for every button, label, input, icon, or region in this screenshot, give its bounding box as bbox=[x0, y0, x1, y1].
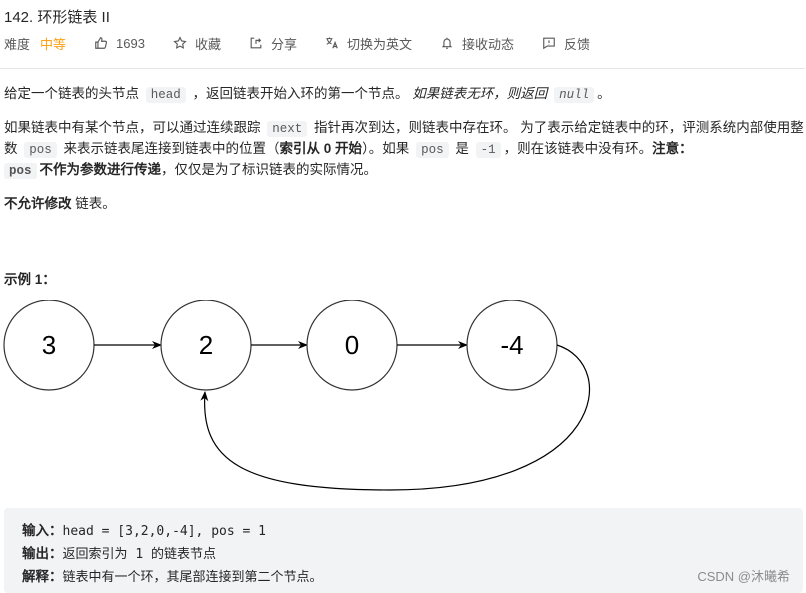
code-minus-one: -1 bbox=[475, 142, 501, 158]
bell-icon bbox=[440, 36, 454, 50]
difficulty-badge: 中等 bbox=[40, 36, 67, 52]
text: 是 bbox=[451, 141, 473, 156]
bold-text: 索引从 0 开始 bbox=[279, 141, 363, 156]
text: 如果链表中有某个节点，可以通过连续跟踪 bbox=[4, 120, 265, 135]
code-pos: pos bbox=[4, 163, 37, 179]
like-button[interactable]: 1693 bbox=[94, 36, 145, 51]
bold-text: 不允许修改 bbox=[4, 196, 72, 211]
code-next: next bbox=[267, 121, 308, 137]
code-pos: pos bbox=[24, 142, 57, 158]
text: ，则在该链表中没有环。 bbox=[503, 141, 653, 156]
output-value: 返回索引为 1 的链表节点 bbox=[62, 547, 216, 562]
feedback-icon bbox=[542, 36, 556, 50]
description-paragraph-1: 给定一个链表的头节点 head ，返回链表开始入环的第一个节点。 如果链表无环，… bbox=[4, 84, 804, 105]
problem-toolbar: 难度 中等 1693 收藏 分享 切换为英文 接收动态 反馈 bbox=[4, 33, 618, 53]
share-button[interactable]: 分享 bbox=[249, 34, 297, 53]
switch-language-button[interactable]: 切换为英文 bbox=[325, 34, 412, 53]
bold-text: 不作为参数进行传递 bbox=[39, 162, 162, 177]
text: 来表示链表尾连接到链表中的位置（ bbox=[59, 141, 280, 156]
example-output: 输出：返回索引为 1 的链表节点 bbox=[22, 543, 785, 566]
header-divider bbox=[0, 68, 805, 69]
feedback-button[interactable]: 反馈 bbox=[542, 34, 590, 53]
share-icon bbox=[249, 36, 263, 50]
description-paragraph-2: 如果链表中有某个节点，可以通过连续跟踪 next 指针再次到达，则链表中存在环。… bbox=[4, 118, 804, 181]
node-value: 3 bbox=[42, 330, 56, 360]
node-value: 2 bbox=[199, 330, 213, 360]
code-head: head bbox=[145, 87, 186, 103]
favorite-button[interactable]: 收藏 bbox=[173, 34, 221, 53]
linked-list-diagram: 3 2 0 -4 bbox=[3, 300, 591, 491]
favorite-label: 收藏 bbox=[194, 36, 221, 52]
translate-icon bbox=[325, 36, 339, 50]
example-input: 输入：head = [3,2,0,-4], pos = 1 bbox=[22, 520, 785, 543]
text: ，返回链表开始入环的第一个节点。 bbox=[188, 86, 413, 101]
example-box: 输入：head = [3,2,0,-4], pos = 1 输出：返回索引为 1… bbox=[4, 508, 803, 593]
watermark: CSDN @沐曦希 bbox=[697, 569, 790, 584]
input-value: head = [3,2,0,-4], pos = 1 bbox=[62, 524, 267, 539]
note-label: 注意： bbox=[652, 141, 693, 156]
difficulty-label: 难度 bbox=[4, 36, 31, 52]
output-label: 输出： bbox=[22, 546, 63, 562]
subscribe-button[interactable]: 接收动态 bbox=[440, 34, 514, 53]
star-icon bbox=[173, 36, 187, 50]
node-value: 0 bbox=[345, 330, 359, 360]
thumbs-up-icon bbox=[94, 36, 108, 50]
explanation-label: 解释： bbox=[22, 569, 63, 585]
likes-count: 1693 bbox=[116, 35, 145, 51]
example-title: 示例 1： bbox=[4, 272, 56, 287]
code-null: null bbox=[554, 87, 595, 103]
explanation-value: 链表中有一个环，其尾部连接到第二个节点。 bbox=[62, 570, 323, 585]
italic-text: 如果链表无环，则返回 bbox=[412, 86, 552, 101]
example-explanation: 解释：链表中有一个环，其尾部连接到第二个节点。 bbox=[22, 566, 785, 589]
text: 给定一个链表的头节点 bbox=[4, 86, 143, 101]
text: ）。如果 bbox=[362, 141, 414, 156]
code-pos: pos bbox=[416, 142, 449, 158]
problem-description: 给定一个链表的头节点 head ，返回链表开始入环的第一个节点。 如果链表无环，… bbox=[4, 84, 804, 227]
feedback-label: 反馈 bbox=[564, 36, 591, 52]
text: 。 bbox=[597, 86, 611, 101]
text: 链表。 bbox=[71, 196, 116, 211]
node-value: -4 bbox=[500, 330, 523, 360]
problem-title: 142. 环形链表 II bbox=[4, 9, 110, 26]
text: ，仅仅是为了标识链表的实际情况。 bbox=[161, 162, 378, 177]
description-paragraph-3: 不允许修改 链表。 bbox=[4, 194, 804, 214]
switch-language-label: 切换为英文 bbox=[346, 36, 412, 52]
subscribe-label: 接收动态 bbox=[462, 36, 515, 52]
share-label: 分享 bbox=[270, 36, 297, 52]
input-label: 输入： bbox=[22, 523, 63, 539]
